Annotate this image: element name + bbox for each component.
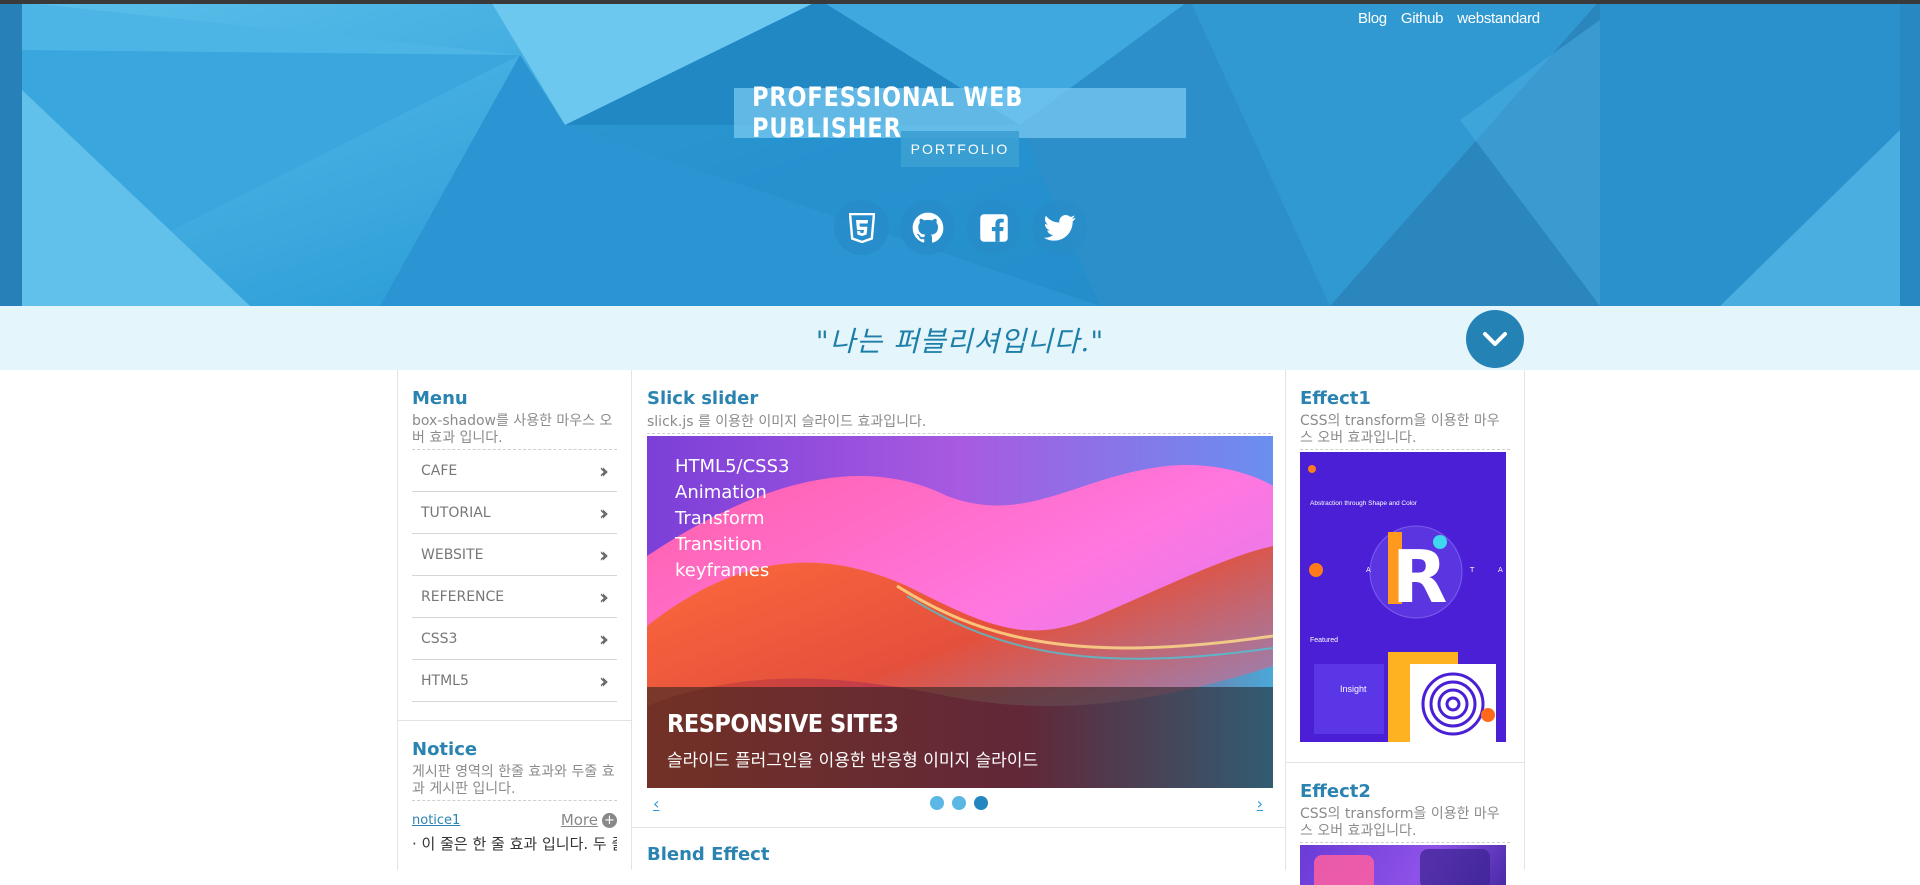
menu-item-tutorial[interactable]: TUTORIAL ›› [412, 492, 617, 534]
notice-section: Notice 게시판 영역의 한줄 효과와 두줄 효과 게시판 입니다. not… [398, 720, 631, 854]
feature-item: keyframes [675, 560, 770, 581]
slider-dots [930, 796, 988, 810]
middle-column: Slick slider slick.js 를 이용한 이미지 슬라이드 효과입… [631, 370, 1286, 870]
effect1-illustration: Abstraction through Shape and Color R A … [1300, 452, 1506, 742]
left-column: Menu box-shadow를 사용한 마우스 오버 효과 입니다. CAFE… [397, 370, 632, 870]
feature-item: HTML5/CSS3 [675, 456, 790, 477]
effect2-image[interactable] [1300, 845, 1506, 885]
feature-item: Transform [675, 508, 765, 529]
effect1-title: Effect1 [1300, 388, 1371, 409]
menu-item-label: CAFE [421, 462, 458, 479]
menu-item-html5[interactable]: HTML5 ›› [412, 660, 617, 702]
menu-item-website[interactable]: WEBSITE ›› [412, 534, 617, 576]
blend-section: Blend Effect [632, 827, 1285, 865]
chevron-down-icon [1483, 332, 1507, 346]
slider-dot-2[interactable] [952, 796, 966, 810]
image-slider[interactable]: HTML5/CSS3 Animation Transform Transitio… [647, 436, 1273, 788]
menu-item-reference[interactable]: REFERENCE ›› [412, 576, 617, 618]
github-icon[interactable] [900, 200, 955, 255]
effect1-desc: CSS의 transform을 이용한 마우스 오버 효과입니다. [1300, 413, 1510, 450]
effect2-title: Effect2 [1300, 781, 1371, 802]
notice-desc: 게시판 영역의 한줄 효과와 두줄 효과 게시판 입니다. [412, 764, 617, 801]
blend-title: Blend Effect [647, 844, 770, 865]
top-nav: Blog Github webstandard [1358, 10, 1540, 27]
plus-icon: + [602, 812, 617, 828]
header-banner: Blog Github webstandard PROFESSIONAL WEB… [0, 0, 1920, 306]
notice-header: notice1 More + [412, 811, 617, 829]
effect1-section: Effect1 CSS의 transform을 이용한 마우스 오버 효과입니다… [1286, 370, 1524, 742]
slider-next-button[interactable]: › [1257, 794, 1263, 813]
social-links [834, 200, 1087, 255]
notice-item-text: 이 줄은 한 줄 효과 입니다. 두 줄도 가능합니다 [421, 835, 617, 853]
double-chevron-right-icon: ›› [599, 626, 609, 651]
slick-desc: slick.js 를 이용한 이미지 슬라이드 효과입니다. [647, 414, 1271, 434]
menu-item-label: HTML5 [421, 672, 469, 689]
nav-link-github[interactable]: Github [1401, 10, 1444, 27]
effect1-label: Featured [1310, 637, 1338, 644]
double-chevron-right-icon: ›› [599, 584, 609, 609]
quote-bar: "나는 퍼블리셔입니다." [0, 306, 1920, 370]
menu-section: Menu box-shadow를 사용한 마우스 오버 효과 입니다. CAFE… [398, 370, 631, 702]
scroll-down-button[interactable] [1466, 310, 1524, 368]
menu-item-cafe[interactable]: CAFE ›› [412, 450, 617, 492]
effect1-label2: Insight [1340, 684, 1367, 694]
menu-item-css3[interactable]: CSS3 ›› [412, 618, 617, 660]
double-chevron-right-icon: ›› [599, 500, 609, 525]
notice-more-button[interactable]: More + [561, 811, 617, 829]
feature-item: Animation [675, 482, 767, 503]
more-label: More [560, 811, 598, 829]
menu-list: CAFE ›› TUTORIAL ›› WEBSITE ›› REFERENCE ›› … [412, 450, 617, 702]
top-border [0, 0, 1920, 4]
slick-title: Slick slider [647, 388, 759, 409]
right-column: Effect1 CSS의 transform을 이용한 마우스 오버 효과입니다… [1285, 370, 1525, 885]
slide-caption-desc: 슬라이드 플러그인을 이용한 반응형 이미지 슬라이드 [667, 751, 1039, 771]
menu-desc: box-shadow를 사용한 마우스 오버 효과 입니다. [412, 413, 617, 450]
effect2-desc: CSS의 transform을 이용한 마우스 오버 효과입니다. [1300, 806, 1510, 843]
effect1-letter-a: A [1366, 566, 1371, 574]
notice-item[interactable]: · 이 줄은 한 줄 효과 입니다. 두 줄도 가능합니다 [412, 833, 617, 854]
double-chevron-right-icon: ›› [599, 668, 609, 693]
effect1-headline: Abstraction through Shape and Color [1310, 500, 1418, 507]
double-chevron-right-icon: ›› [599, 542, 609, 567]
main-content: Menu box-shadow를 사용한 마우스 오버 효과 입니다. CAFE… [397, 370, 1525, 885]
slider-dot-3[interactable] [974, 796, 988, 810]
menu-item-label: TUTORIAL [421, 504, 491, 521]
notice-tab-1[interactable]: notice1 [412, 813, 460, 828]
effect1-letter-t: T [1469, 566, 1475, 574]
menu-item-label: WEBSITE [421, 546, 484, 563]
effect1-image[interactable]: Abstraction through Shape and Color R A … [1300, 452, 1506, 742]
slider-dot-1[interactable] [930, 796, 944, 810]
slider-prev-button[interactable]: ‹ [653, 794, 659, 813]
effect2-section: Effect2 CSS의 transform을 이용한 마우스 오버 효과입니다… [1286, 762, 1524, 885]
nav-link-blog[interactable]: Blog [1358, 10, 1387, 27]
site-subtitle: PORTFOLIO [910, 141, 1010, 157]
twitter-icon[interactable] [1032, 200, 1087, 255]
nav-link-webstandard[interactable]: webstandard [1457, 10, 1540, 27]
slide-caption: RESPONSIVE SITE3 슬라이드 플러그인을 이용한 반응형 이미지 … [647, 687, 1273, 788]
notice-title: Notice [412, 739, 478, 760]
feature-list: HTML5/CSS3 Animation Transform Transitio… [675, 454, 789, 584]
slide-caption-title: RESPONSIVE SITE3 [667, 709, 899, 738]
double-chevron-right-icon: ›› [599, 458, 609, 483]
menu-item-label: CSS3 [421, 630, 458, 647]
site-subtitle-box: PORTFOLIO [901, 131, 1019, 167]
quote-text: "나는 퍼블리셔입니다." [815, 325, 1105, 358]
slider-controls: ‹ › [647, 788, 1271, 822]
feature-item: Transition [675, 534, 763, 555]
menu-item-label: REFERENCE [421, 588, 505, 605]
effect1-letter-a2: A [1498, 566, 1503, 574]
facebook-icon[interactable] [966, 200, 1021, 255]
slick-section: Slick slider slick.js 를 이용한 이미지 슬라이드 효과입… [632, 370, 1285, 822]
html5-icon[interactable] [834, 200, 889, 255]
menu-title: Menu [412, 388, 468, 409]
effect2-illustration [1314, 849, 1490, 885]
